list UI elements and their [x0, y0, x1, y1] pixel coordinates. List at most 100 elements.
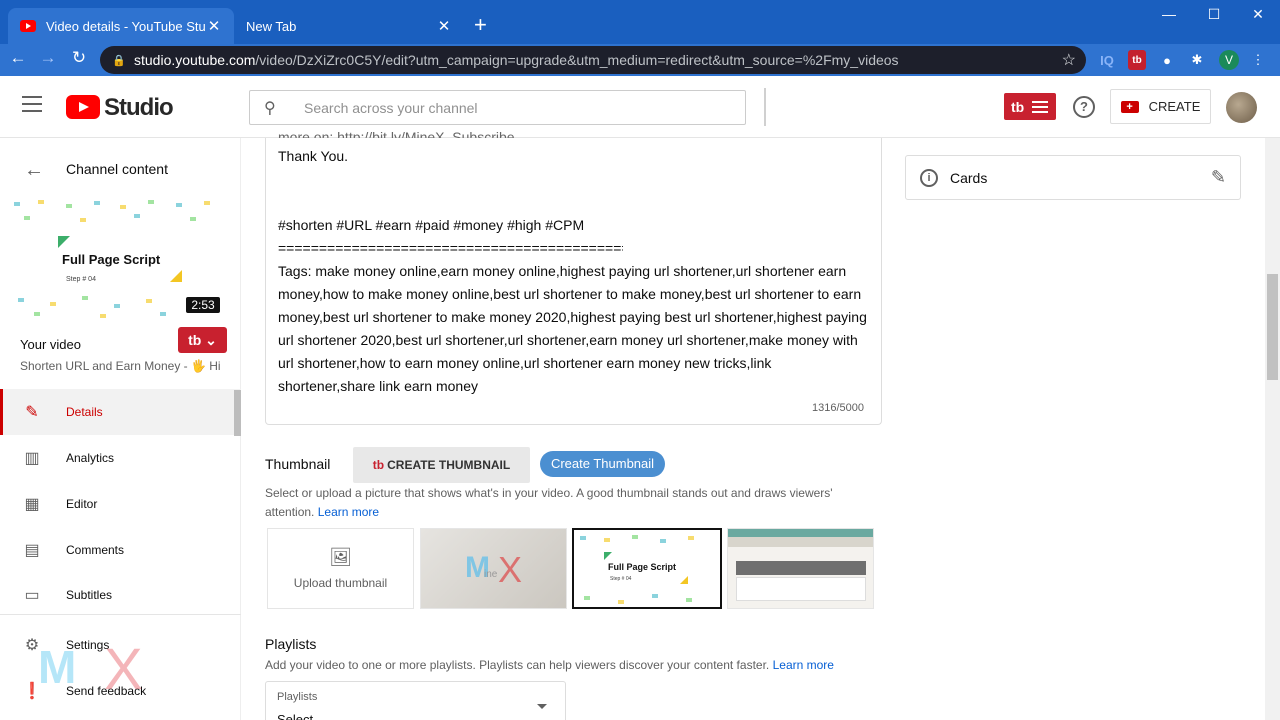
learn-more-link[interactable]: Learn more [318, 505, 379, 519]
clapper-icon: ▦ [24, 496, 40, 513]
green-triangle-icon [58, 236, 70, 248]
maximize-icon[interactable]: ☐ [1199, 6, 1229, 23]
add-image-icon: 🖼 [329, 547, 352, 567]
studio-logo-text[interactable]: Studio [104, 94, 174, 122]
tubebuddy-mark: tb [1011, 98, 1025, 115]
search-input[interactable]: ⚲ Search across your channel [249, 90, 746, 125]
sidebar-item-label: Comments [66, 543, 125, 557]
playlists-help: Add your video to one or more playlists.… [265, 658, 770, 672]
back-arrow-icon[interactable]: ← [24, 159, 44, 182]
pencil-icon: ✎ [25, 404, 39, 421]
description-hashtags: #shorten #URL #earn #paid #money #high #… [278, 217, 585, 233]
bookmark-star-icon[interactable]: ☆ [1062, 50, 1076, 70]
sidebar-item-subtitles[interactable]: ▭ Subtitles [0, 572, 241, 618]
tubebuddy-create-thumbnail-button[interactable]: tb CREATE THUMBNAIL [353, 447, 530, 483]
character-count: 1316/5000 [812, 402, 864, 414]
tubebuddy-extension-icon[interactable]: tb [1128, 50, 1146, 70]
playlists-help-text: Add your video to one or more playlists.… [265, 658, 834, 672]
minimize-icon[interactable]: — [1154, 6, 1184, 22]
video-title: Shorten URL and Earn Money - 🖐 Hi... [20, 359, 220, 373]
thumbnail-subtitle: Step # 04 [610, 576, 632, 582]
youtube-favicon-icon [20, 20, 36, 32]
help-icon[interactable]: ? [1073, 96, 1095, 118]
browser-menu-icon[interactable]: ⋮ [1252, 50, 1265, 70]
thumbnail-option-screenshot[interactable] [727, 528, 874, 609]
channel-content-link[interactable]: Channel content [66, 161, 168, 177]
menu-lines-icon [1032, 98, 1049, 116]
tab-title: New Tab [246, 18, 297, 34]
youtube-logo-icon[interactable] [66, 95, 100, 119]
minex-ine: ine [484, 569, 498, 580]
profile-avatar[interactable]: V [1219, 50, 1239, 70]
playlist-select[interactable]: Playlists Select [265, 681, 566, 720]
close-tab-icon[interactable]: ✕ [206, 17, 222, 35]
screenshot-bar [728, 529, 873, 537]
sidebar-item-label: Details [66, 405, 103, 419]
cards-label: Cards [950, 169, 988, 186]
your-video-label: Your video [20, 337, 81, 352]
address-bar[interactable]: 🔒 studio.youtube.com/video/DzXiZrc0C5Y/e… [100, 46, 1086, 74]
screenshot-dialog [736, 561, 866, 575]
description-separator: ========================================… [278, 240, 623, 256]
upload-label: Upload thumbnail [293, 576, 388, 590]
sidebar-item-label: Subtitles [66, 588, 113, 602]
minex-x: X [498, 549, 523, 590]
green-triangle-icon [604, 552, 612, 560]
create-button[interactable]: + CREATE [1110, 89, 1211, 124]
comments-icon: ▤ [24, 542, 40, 559]
window-close-icon[interactable]: ✕ [1243, 6, 1273, 23]
description-thank-you: Thank You. [278, 148, 349, 164]
tubebuddy-menu-button[interactable]: tb [1004, 93, 1056, 120]
search-icon: ⚲ [264, 99, 276, 117]
channel-avatar[interactable] [1226, 92, 1257, 123]
browser-tab-active[interactable]: Video details - YouTube Studio ✕ [8, 8, 234, 44]
create-video-icon: + [1120, 100, 1139, 113]
reload-icon[interactable]: ↻ [67, 48, 91, 68]
browser-tab-new[interactable]: New Tab ✕ [234, 8, 464, 44]
main-scrollbar-track[interactable] [1265, 138, 1280, 720]
description-cut-line: more on: http://bit.ly/MineX_Subscribe [278, 129, 515, 138]
yellow-triangle-icon [680, 576, 688, 584]
tab-title: Video details - YouTube Studio [46, 18, 206, 34]
thumbnail-subtitle: Step # 04 [66, 276, 96, 283]
back-icon[interactable]: ← [6, 48, 30, 68]
sidebar-item-editor[interactable]: ▦ Editor [0, 481, 241, 527]
learn-more-link[interactable]: Learn more [773, 658, 834, 672]
sidebar-item-analytics[interactable]: ▥ Analytics [0, 435, 241, 481]
extensions-puzzle-icon[interactable]: ✱ [1188, 50, 1206, 70]
color-extension-icon[interactable]: ● [1158, 50, 1176, 70]
hamburger-menu-icon[interactable] [22, 96, 42, 112]
sidebar-item-comments[interactable]: ▤ Comments [0, 527, 241, 573]
tubebuddy-video-button[interactable]: tb ⌄ [178, 327, 227, 353]
watermark-m: M [38, 641, 77, 693]
subtitles-icon: ▭ [24, 587, 40, 604]
sidebar-item-details[interactable]: ✎ Details [0, 389, 241, 435]
header-divider [764, 88, 766, 126]
sidebar-item-label: Editor [66, 497, 98, 511]
iq-extension-icon[interactable]: IQ [1098, 50, 1116, 70]
edit-pencil-icon[interactable]: ✎ [1211, 167, 1226, 188]
cards-panel[interactable]: i Cards ✎ [905, 155, 1241, 200]
main-scrollbar-thumb[interactable] [1267, 274, 1278, 380]
thumbnail-help-text: Select or upload a picture that shows wh… [265, 484, 865, 522]
playlist-select-label: Playlists [277, 691, 318, 703]
sidebar-scrollbar[interactable] [234, 390, 241, 436]
new-tab-plus-icon[interactable]: + [474, 12, 487, 38]
info-icon: i [920, 168, 938, 187]
create-thumbnail-button[interactable]: Create Thumbnail [540, 451, 665, 477]
playlist-select-value: Select [277, 712, 314, 720]
thumbnail-heading: Thumbnail [265, 456, 331, 472]
screenshot-bar [728, 537, 873, 547]
duration-badge: 2:53 [186, 297, 220, 313]
close-tab-icon[interactable]: ✕ [436, 17, 452, 35]
upload-thumbnail-button[interactable]: 🖼 Upload thumbnail [267, 528, 414, 609]
tubebuddy-mark: tb [372, 458, 385, 472]
yellow-triangle-icon [170, 270, 182, 282]
thumbnail-option-selected[interactable]: Full Page Script Step # 04 [572, 528, 722, 609]
search-placeholder: Search across your channel [304, 99, 478, 116]
url-domain: studio.youtube.com [134, 52, 256, 68]
forward-icon[interactable]: → [36, 48, 60, 68]
chevron-down-icon [537, 704, 547, 709]
thumbnail-option-minex[interactable]: M ine X [420, 528, 567, 609]
screenshot-panel [736, 577, 866, 601]
